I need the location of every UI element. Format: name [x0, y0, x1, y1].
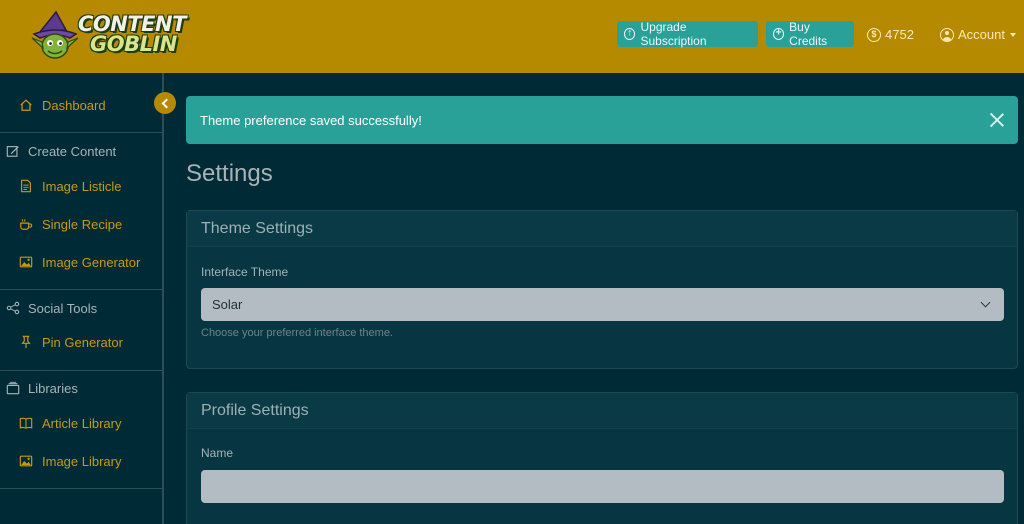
- close-icon[interactable]: [988, 111, 1006, 129]
- sidebar-item-image-library[interactable]: Image Library: [0, 446, 164, 476]
- sidebar-section-social-tools: Social Tools: [0, 293, 164, 323]
- cup-hot-icon: [18, 216, 34, 232]
- collapse-sidebar-button[interactable]: [154, 92, 176, 114]
- selected-theme-value: Solar: [212, 297, 243, 312]
- sidebar-item-label: Pin Generator: [42, 334, 123, 350]
- pin-icon: [18, 334, 34, 350]
- page-title: Settings: [186, 160, 273, 187]
- buy-credits-button[interactable]: Buy Credits: [766, 20, 854, 48]
- name-label: Name: [201, 446, 234, 460]
- success-alert: Theme preference saved successfully!: [186, 96, 1018, 144]
- share-icon: [5, 300, 21, 316]
- credits-count: 4752: [885, 27, 914, 42]
- sidebar-item-label: Image Library: [42, 453, 122, 469]
- sidebar-section-label: Libraries: [28, 380, 78, 396]
- profile-settings-card: Profile Settings Name: [186, 392, 1018, 524]
- account-menu[interactable]: Account: [940, 27, 1016, 42]
- profile-settings-title: Profile Settings: [187, 393, 1017, 429]
- sidebar-item-label: Dashboard: [42, 97, 106, 113]
- sidebar-item-dashboard[interactable]: Dashboard: [0, 90, 164, 120]
- sidebar: Dashboard Create Content Image Listicle …: [0, 73, 164, 524]
- theme-help-text: Choose your preferred interface theme.: [201, 327, 393, 339]
- theme-settings-card: Theme Settings Interface Theme Solar Cho…: [186, 210, 1018, 369]
- sidebar-item-label: Image Generator: [42, 254, 141, 270]
- chevron-left-icon: [161, 98, 172, 108]
- interface-theme-label: Interface Theme: [201, 265, 289, 279]
- credits-balance: $ 4752: [867, 27, 914, 42]
- upgrade-subscription-button[interactable]: Upgrade Subscription: [617, 20, 758, 48]
- sidebar-divider: [0, 370, 164, 371]
- account-label: Account: [958, 27, 1005, 42]
- buy-credits-label: Buy Credits: [789, 20, 828, 48]
- sidebar-section-libraries: Libraries: [0, 373, 164, 403]
- top-navbar: CONTENT GOBLIN Upgrade Subscription Buy …: [0, 0, 1024, 73]
- sidebar-section-create-content: Create Content: [0, 136, 164, 166]
- sidebar-section-label: Create Content: [28, 143, 117, 159]
- sidebar-item-image-generator[interactable]: Image Generator: [0, 247, 164, 277]
- sidebar-item-label: Image Listicle: [42, 178, 122, 194]
- sidebar-item-article-library[interactable]: Article Library: [0, 408, 164, 438]
- goblin-mascot-icon: [31, 10, 79, 59]
- sidebar-item-label: Article Library: [42, 415, 122, 431]
- sidebar-item-single-recipe[interactable]: Single Recipe: [0, 209, 164, 239]
- interface-theme-select[interactable]: Solar: [201, 288, 1004, 321]
- caret-down-icon: [1009, 32, 1016, 37]
- document-icon: [18, 178, 34, 194]
- book-icon: [18, 415, 34, 431]
- collection-icon: [5, 380, 21, 396]
- logo-line-1: CONTENT: [78, 12, 186, 36]
- sidebar-divider: [0, 132, 164, 133]
- upgrade-subscription-label: Upgrade Subscription: [640, 20, 707, 48]
- sidebar-item-image-listicle[interactable]: Image Listicle: [0, 171, 164, 201]
- content-goblin-logo[interactable]: CONTENT GOBLIN: [30, 10, 186, 62]
- user-circle-icon: [940, 27, 954, 42]
- sidebar-section-label: Social Tools: [28, 300, 98, 316]
- home-icon: [18, 97, 34, 113]
- image-icon: [18, 453, 34, 469]
- sidebar-divider: [0, 289, 164, 290]
- plus-circle-icon: [773, 28, 785, 40]
- theme-settings-title: Theme Settings: [187, 211, 1017, 247]
- alert-message: Theme preference saved successfully!: [200, 112, 422, 128]
- arrow-up-circle-icon: [624, 28, 636, 40]
- logo-line-2: GOBLIN: [90, 32, 177, 56]
- sidebar-divider: [0, 488, 164, 489]
- pencil-square-icon: [5, 143, 21, 159]
- image-icon: [18, 254, 34, 270]
- sidebar-item-pin-generator[interactable]: Pin Generator: [0, 327, 164, 357]
- name-input[interactable]: [201, 470, 1004, 503]
- coin-icon: $: [867, 27, 881, 42]
- logo-wordmark: CONTENT GOBLIN: [78, 12, 186, 56]
- chevron-down-icon: [980, 297, 991, 308]
- sidebar-item-label: Single Recipe: [42, 216, 123, 232]
